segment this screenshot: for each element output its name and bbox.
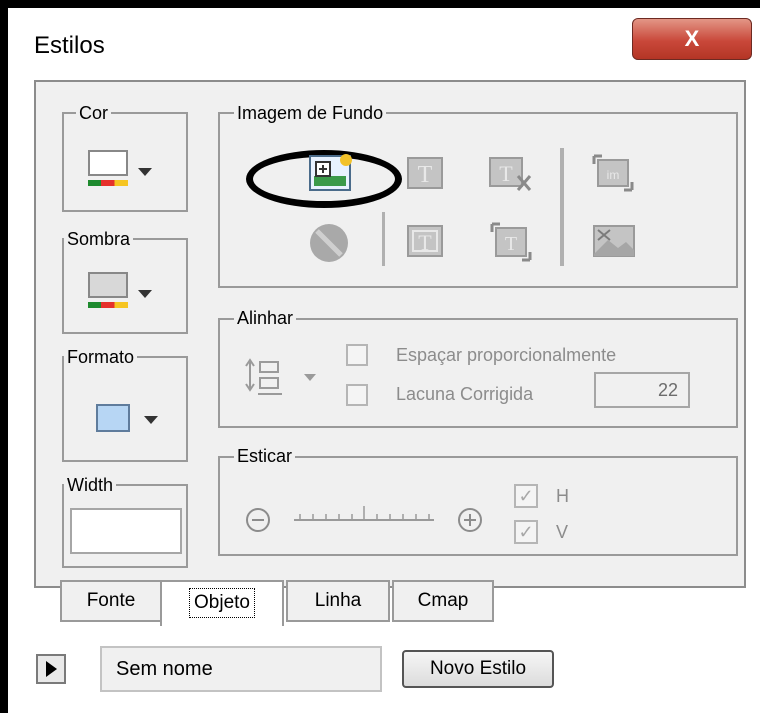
expand-button[interactable]	[36, 654, 66, 684]
sombra-group-label: Sombra	[64, 229, 134, 249]
tab-linha[interactable]: Linha	[286, 580, 390, 622]
color-bar-icon	[88, 302, 128, 308]
close-button[interactable]: X	[632, 18, 752, 60]
stretch-h-label: H	[556, 486, 569, 506]
stretch-slider[interactable]	[290, 498, 440, 528]
stretch-v-checkbox[interactable]: ✓	[514, 520, 538, 544]
svg-text:T: T	[418, 230, 432, 255]
fixed-gap-checkbox[interactable]	[346, 384, 368, 406]
new-style-button[interactable]: Novo Estilo	[402, 650, 554, 688]
style-name-field[interactable]: Sem nome	[100, 646, 382, 692]
zoom-in-button[interactable]	[456, 506, 484, 534]
svg-text:T: T	[418, 162, 433, 188]
stretch-group-label: Esticar	[234, 446, 296, 466]
minus-circle-icon	[246, 508, 270, 532]
cut-image-button[interactable]	[590, 220, 640, 262]
text-background-button[interactable]: T	[404, 154, 448, 194]
tab-fonte[interactable]: Fonte	[60, 580, 162, 622]
text-cut-icon: T	[489, 157, 532, 191]
width-input[interactable]	[70, 508, 182, 554]
add-image-icon	[309, 154, 352, 191]
stretch-image-button[interactable]: im	[590, 152, 640, 194]
text-frame-icon: T	[407, 157, 443, 189]
remove-text-background-button[interactable]: T	[488, 154, 536, 194]
cut-image-icon	[593, 225, 635, 257]
proportional-spacing-checkbox[interactable]	[346, 344, 368, 366]
text-fill-button[interactable]: T	[404, 222, 448, 262]
no-entry-icon	[310, 224, 348, 262]
fill-color-icon	[88, 150, 128, 176]
align-spacing-dropdown[interactable]	[244, 358, 326, 398]
text-stretch-button[interactable]: T	[488, 220, 536, 264]
window-title: Estilos	[34, 32, 105, 59]
formato-group-label: Formato	[64, 347, 138, 367]
text-fill-icon: T	[407, 225, 443, 257]
chevron-down-icon	[144, 416, 158, 424]
tab-objeto-label: Objeto	[189, 588, 255, 618]
play-arrow-icon	[46, 661, 57, 677]
gap-value-field[interactable]: 22	[594, 372, 690, 408]
tab-objeto[interactable]: Objeto	[160, 580, 284, 626]
svg-text:im: im	[607, 168, 620, 182]
shape-rectangle-icon	[96, 404, 130, 432]
shadow-color-icon	[88, 272, 128, 298]
color-bar-icon	[88, 180, 128, 186]
no-background-button[interactable]	[306, 220, 352, 266]
toolbar-separator	[560, 148, 564, 266]
align-group-label: Alinhar	[234, 308, 297, 328]
slider-track-icon	[294, 506, 434, 521]
zoom-out-button[interactable]	[244, 506, 272, 534]
add-background-image-button[interactable]	[306, 152, 358, 196]
tab-cmap[interactable]: Cmap	[392, 580, 494, 622]
cor-group-label: Cor	[76, 103, 112, 123]
stretch-v-label: V	[556, 522, 569, 542]
svg-text:T: T	[499, 161, 513, 186]
plus-circle-icon	[458, 508, 482, 532]
svg-text:T: T	[505, 233, 517, 255]
chevron-down-icon	[138, 168, 152, 176]
chevron-down-icon	[304, 374, 316, 381]
stretch-image-icon: im	[592, 154, 634, 192]
width-group-label: Width	[64, 475, 117, 495]
toolbar-separator	[382, 212, 385, 266]
proportional-spacing-label: Espaçar proporcionalmente	[396, 345, 617, 365]
stretch-h-checkbox[interactable]: ✓	[514, 484, 538, 508]
text-stretch-icon: T	[490, 222, 532, 262]
spacing-icon	[245, 358, 282, 395]
background-image-group-label: Imagem de Fundo	[234, 103, 387, 123]
chevron-down-icon	[138, 290, 152, 298]
fixed-gap-label: Lacuna Corrigida	[396, 384, 534, 404]
